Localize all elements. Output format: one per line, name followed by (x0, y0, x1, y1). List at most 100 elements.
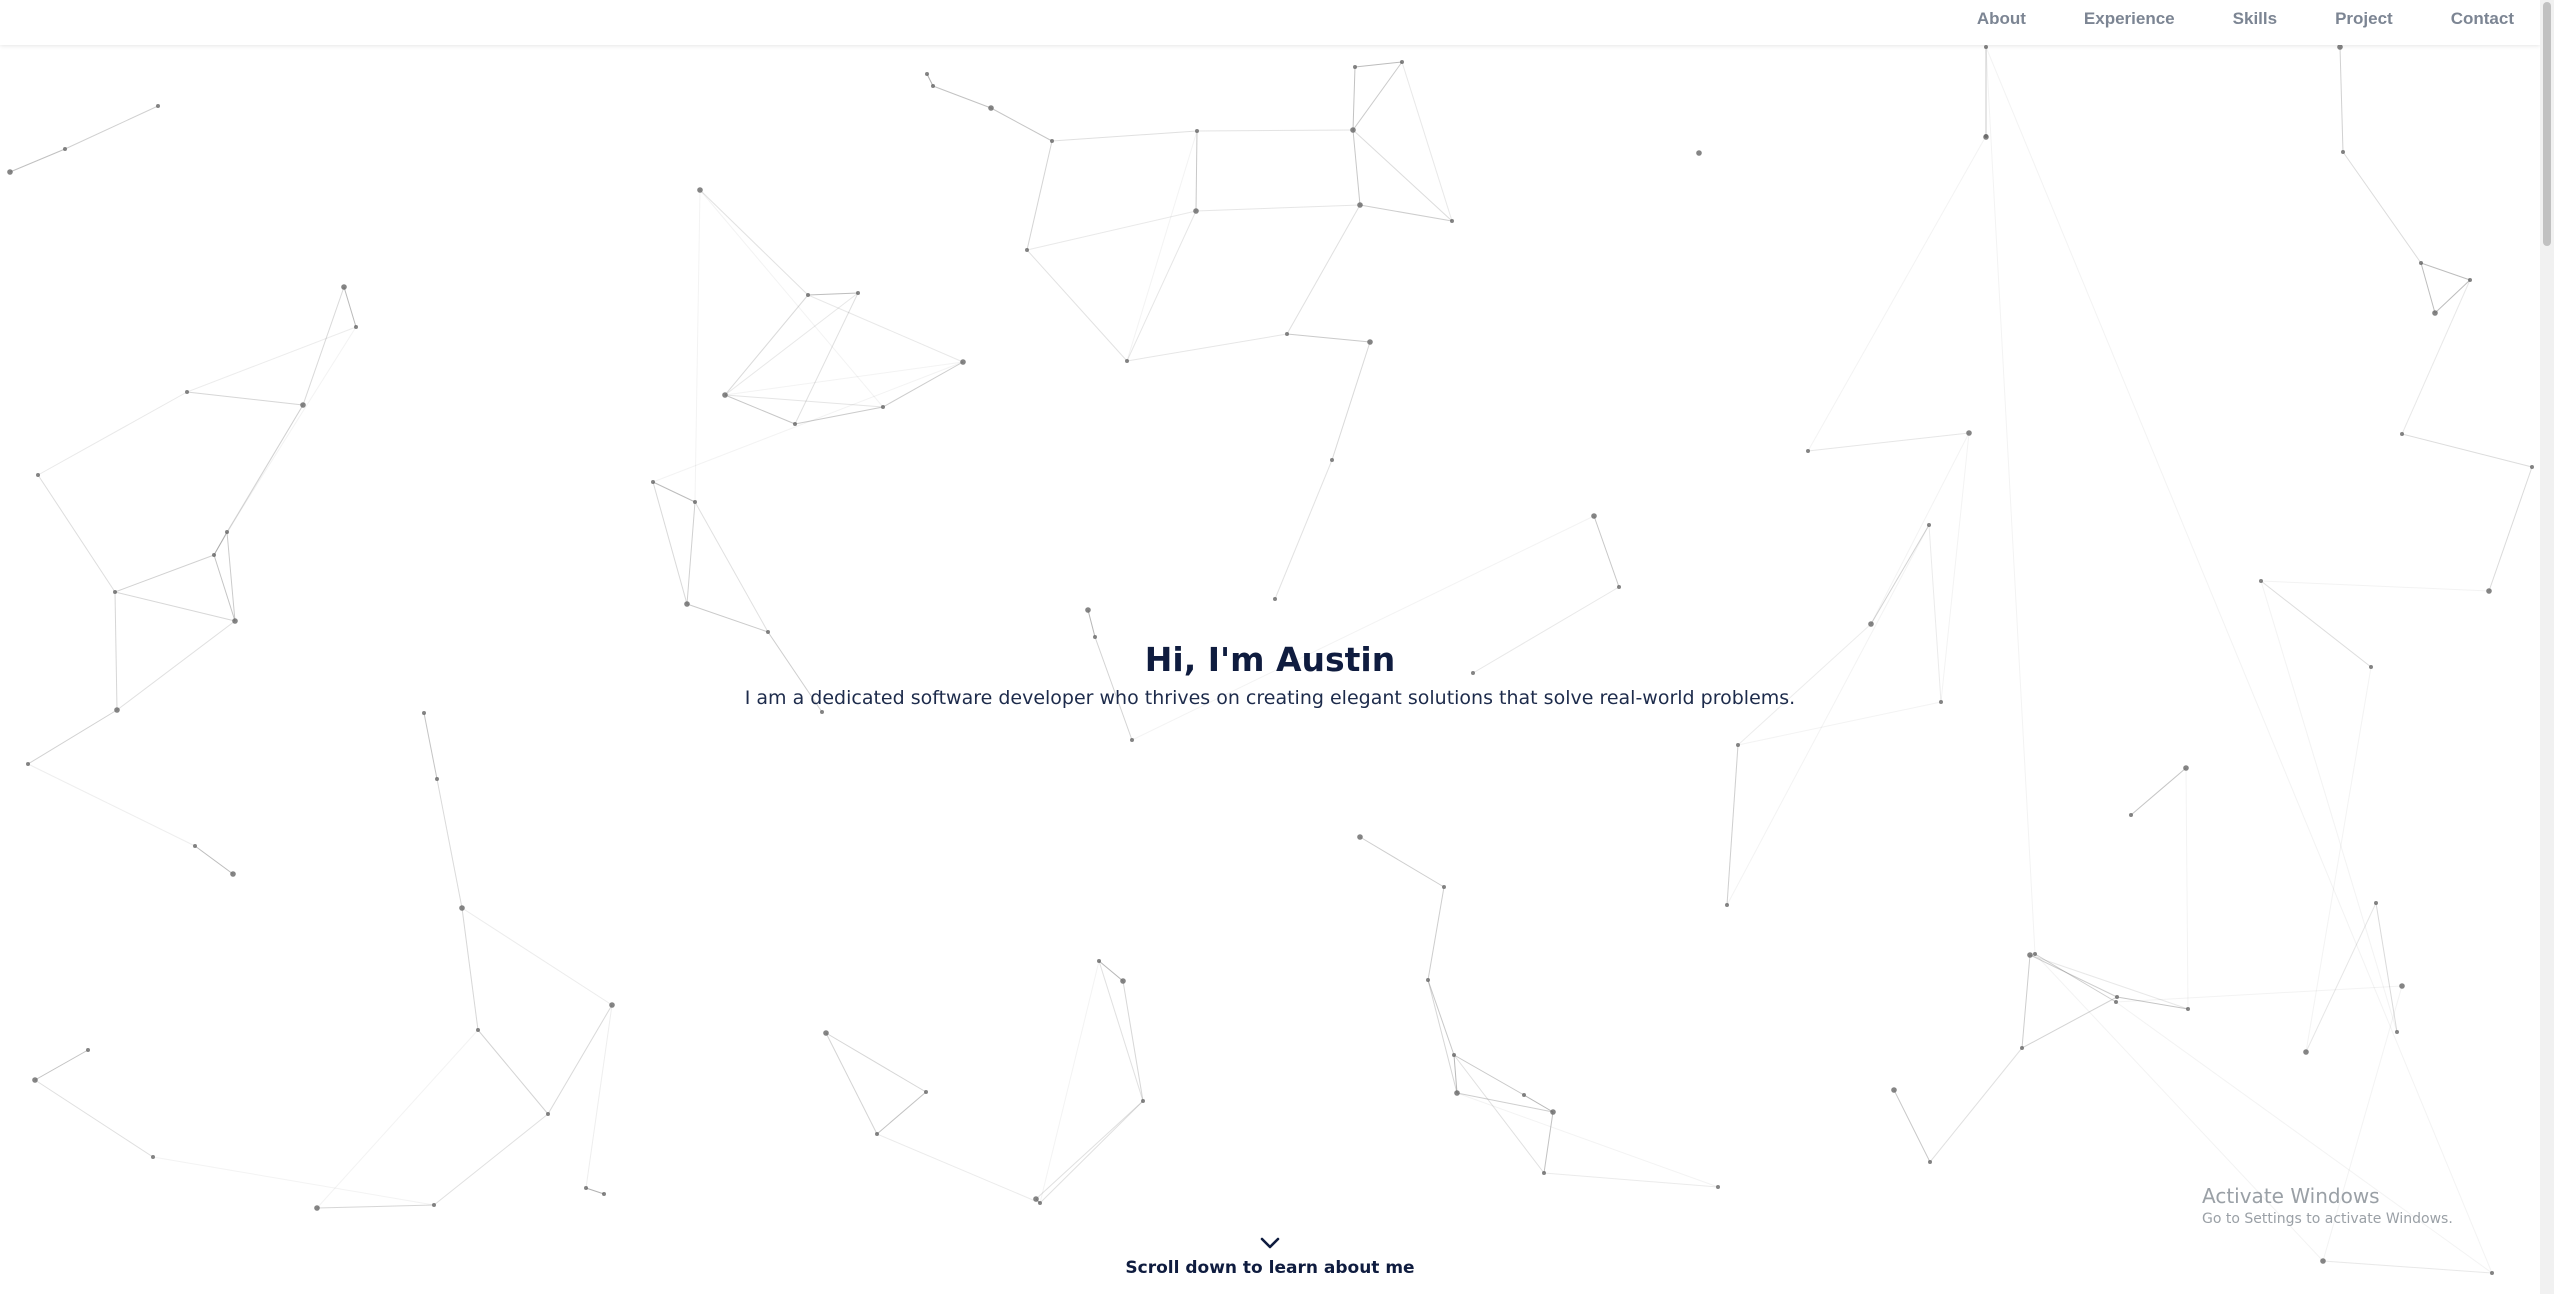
network-edge (2420, 262, 2436, 314)
page-scrollbar[interactable] (2540, 0, 2554, 1294)
chevron-down-icon[interactable] (1259, 1234, 1281, 1252)
network-node (1983, 134, 1989, 140)
scrollbar-thumb[interactable] (2543, 2, 2551, 246)
network-node (1285, 332, 1289, 336)
network-edge (1051, 130, 1198, 142)
network-node (602, 1192, 606, 1196)
network-edge (699, 189, 809, 296)
network-node (1050, 139, 1054, 143)
network-edge (724, 361, 964, 396)
network-node (1452, 1053, 1456, 1057)
network-edge (882, 361, 964, 408)
network-node (651, 480, 655, 484)
network-node (7, 169, 13, 175)
network-edge (547, 1004, 613, 1115)
network-node (2027, 952, 2033, 958)
nav-link-contact[interactable]: Contact (2422, 9, 2522, 29)
network-node (2337, 44, 2343, 50)
network-node (193, 844, 197, 848)
network-edge (114, 554, 215, 593)
network-edge (1274, 459, 1333, 600)
network-edge (1331, 341, 1371, 461)
network-node (2259, 579, 2263, 583)
network-edge (433, 1113, 549, 1206)
network-node (2020, 1046, 2024, 1050)
network-node (1442, 885, 1446, 889)
nav-link-skills[interactable]: Skills (2204, 9, 2306, 29)
network-node (1357, 202, 1363, 208)
network-node (806, 293, 810, 297)
network-node (2530, 465, 2534, 469)
network-edge (1543, 1111, 1554, 1174)
network-edge (876, 1091, 927, 1135)
network-node (1400, 60, 1404, 64)
network-node (1097, 959, 1101, 963)
scroll-down-cue[interactable]: Scroll down to learn about me (0, 1234, 2540, 1278)
scroll-down-label[interactable]: Scroll down to learn about me (0, 1258, 2540, 1278)
network-node (212, 553, 216, 557)
network-edge (423, 712, 438, 780)
network-node (2183, 765, 2189, 771)
network-edge (1985, 46, 2036, 955)
network-edge (302, 286, 345, 406)
network-node (2303, 1049, 2309, 1055)
network-edge (694, 501, 769, 633)
network-node (2419, 261, 2423, 265)
network-node (1033, 1196, 1039, 1202)
network-node (314, 1205, 320, 1211)
network-node (823, 1030, 829, 1036)
network-node (230, 871, 236, 877)
network-node (931, 84, 935, 88)
network-node (924, 1090, 928, 1094)
network-edge (1453, 1054, 1525, 1096)
network-edge (316, 1204, 435, 1209)
network-edge (1593, 515, 1620, 588)
network-node (2114, 1000, 2118, 1004)
nav-link-experience[interactable]: Experience (2055, 9, 2204, 29)
network-edge (1286, 204, 1361, 335)
network-edge (990, 107, 1053, 142)
network-edge (2115, 985, 2403, 1003)
nav-link-project[interactable]: Project (2306, 9, 2422, 29)
network-node (988, 105, 994, 111)
network-edge (1126, 333, 1288, 362)
network-node (341, 284, 347, 290)
network-edge (1456, 1092, 1719, 1188)
network-edge (64, 105, 159, 150)
network-node (2033, 952, 2037, 956)
network-edge (1352, 129, 1453, 222)
network-edge (1456, 1092, 1554, 1113)
network-edge (1453, 1054, 1545, 1174)
network-edge (2420, 262, 2471, 281)
network-edge (807, 294, 964, 363)
network-edge (436, 778, 463, 909)
network-node (1357, 834, 1363, 840)
network-edge (585, 1187, 605, 1195)
network-node (2399, 983, 2405, 989)
network-edge (34, 1079, 154, 1158)
network-edge (686, 603, 769, 633)
network-edge (1352, 66, 1356, 131)
network-node (1736, 743, 1740, 747)
network-edge (27, 709, 118, 765)
network-edge (1401, 61, 1453, 222)
network-node (1193, 208, 1199, 214)
network-edge (461, 907, 613, 1006)
network-node (1927, 523, 1931, 527)
network-edge (1026, 140, 1053, 251)
network-node (2395, 1030, 2399, 1034)
network-node (2468, 278, 2472, 282)
network-edge (2021, 996, 2118, 1049)
network-node (422, 711, 426, 715)
nav-link-about[interactable]: About (1948, 9, 2055, 29)
network-edge (2260, 580, 2490, 592)
network-edge (1035, 1100, 1144, 1200)
network-node (1353, 65, 1357, 69)
network-node (232, 618, 238, 624)
network-edge (316, 1029, 479, 1209)
network-edge (1126, 130, 1198, 362)
hero-subtitle: I am a dedicated software developer who … (744, 687, 1796, 709)
network-edge (34, 1049, 89, 1081)
network-node (2400, 432, 2404, 436)
network-edge (1039, 960, 1100, 1204)
